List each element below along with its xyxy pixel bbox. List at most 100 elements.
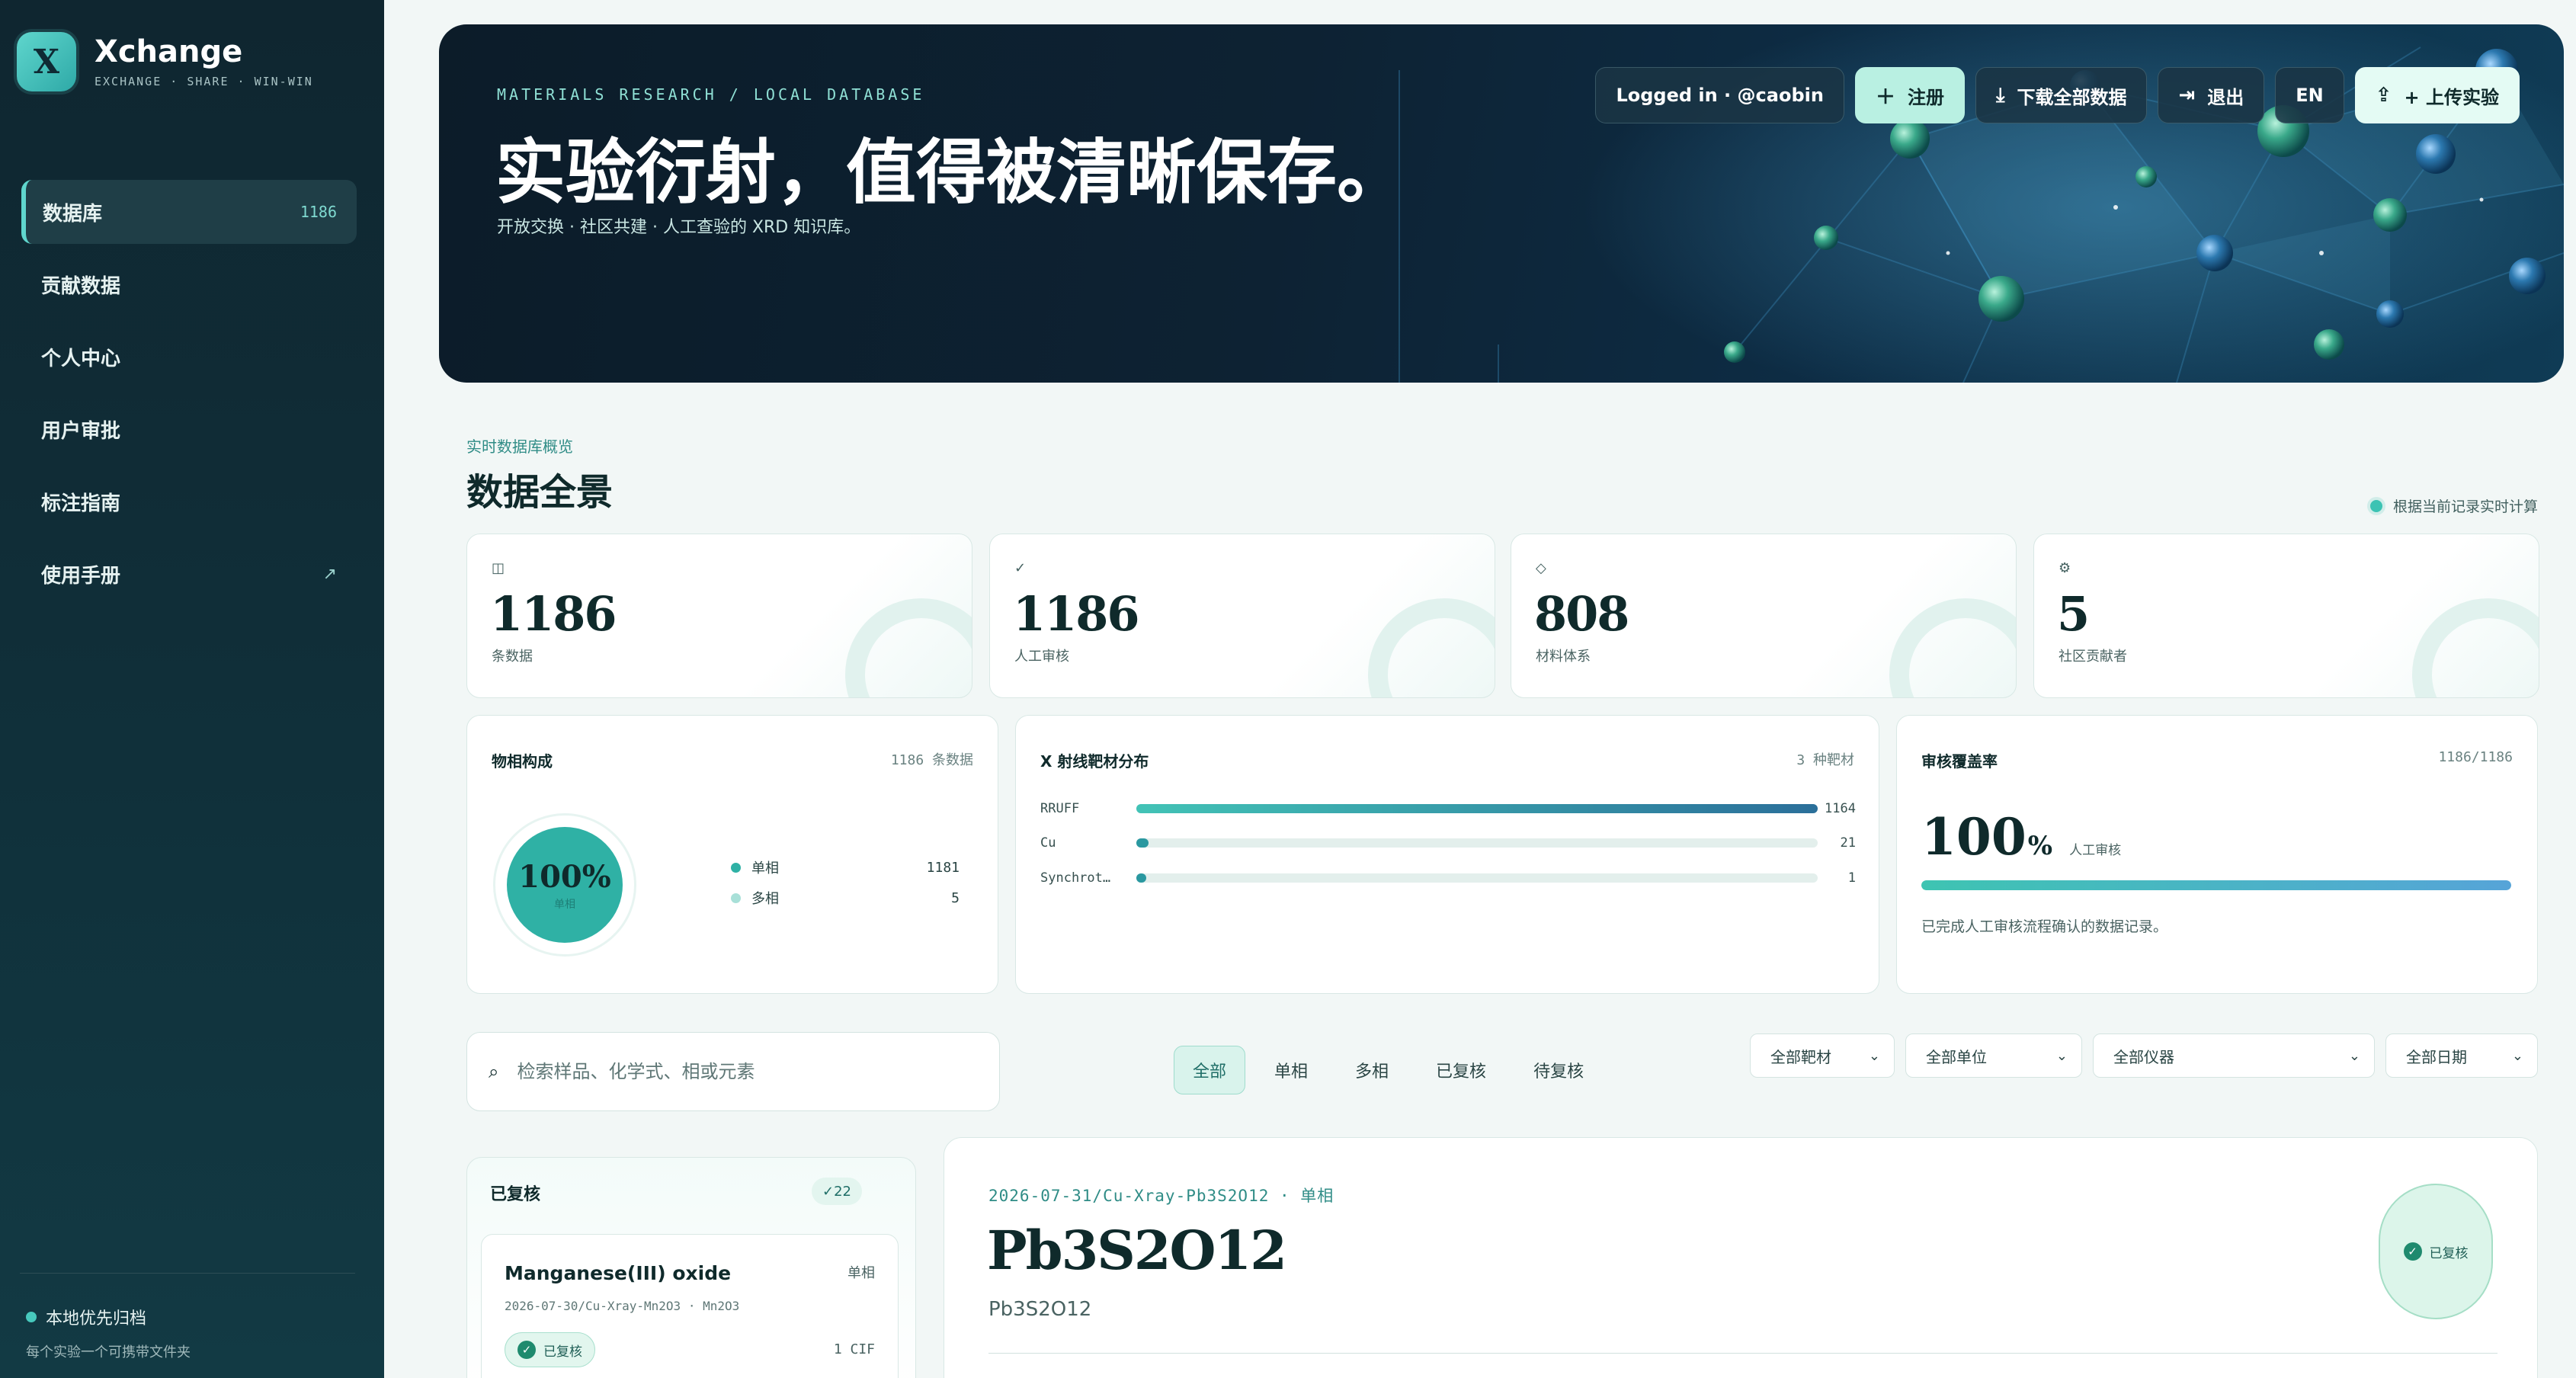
language-toggle[interactable]: EN	[2275, 67, 2344, 123]
card-meta: 1186/1186	[2438, 749, 2513, 765]
chevron-down-icon: ⌄	[2511, 1047, 2523, 1064]
select-value: 全部单位	[1926, 1047, 1987, 1066]
sidebar-item-contribute[interactable]: 贡献数据	[21, 252, 357, 316]
item-name: Manganese(III) oxide	[505, 1262, 732, 1284]
stat-card-contributors: ⚙ 5 社区贡献者	[2033, 534, 2539, 698]
stat-card-material-systems: ◇ 808 材料体系	[1511, 534, 2017, 698]
upload-label: + 上传实验	[2404, 86, 2499, 108]
donut-value: 100%	[518, 858, 611, 895]
phase-donut-chart: 100% 单相	[493, 813, 636, 957]
live-dot-icon	[2369, 499, 2382, 512]
sidebar-item-label: 数据库	[43, 202, 103, 226]
legend-value: 5	[951, 889, 960, 906]
sidebar-item-annotation-guide[interactable]: 标注指南	[21, 469, 357, 534]
logged-in-label: Logged in · @caobin	[1616, 85, 1824, 106]
legend-item-multi-phase: 多相 5	[731, 888, 960, 908]
stat-label: 材料体系	[1536, 649, 1591, 665]
check-circle-icon: ✓	[2403, 1242, 2422, 1261]
legend-value: 1181	[926, 859, 960, 876]
sidebar-item-label: 用户审批	[41, 419, 121, 443]
sidebar-item-label: 贡献数据	[41, 274, 121, 298]
sidebar-item-database[interactable]: 数据库 1186	[21, 180, 357, 244]
chip-single-phase[interactable]: 单相	[1256, 1046, 1326, 1094]
download-label: 下载全部数据	[2017, 86, 2127, 108]
review-coverage-card: 审核覆盖率 1186/1186 100 % 人工审核 已完成人工审核流程确认的数…	[1896, 715, 2538, 994]
bar-fill	[1136, 873, 1146, 883]
filter-chips: 全部 单相 多相 已复核 待复核	[1174, 1046, 1602, 1094]
stat-value: 808	[1534, 586, 1629, 642]
select-instrument[interactable]: 全部仪器 ⌄	[2093, 1034, 2375, 1078]
coverage-note: 已完成人工审核流程确认的数据记录。	[1921, 918, 2168, 935]
search-box[interactable]: ⌕	[466, 1032, 1000, 1111]
item-type: 单相	[847, 1265, 875, 1281]
logged-in-badge[interactable]: Logged in · @caobin	[1595, 67, 1844, 123]
coverage-progress-fill	[1921, 880, 2511, 890]
hero-eyebrow: MATERIALS RESEARCH / LOCAL DATABASE	[497, 85, 925, 104]
logout-button[interactable]: ⇥ 退出	[2158, 67, 2265, 123]
list-header: 已复核	[490, 1185, 541, 1204]
chip-all[interactable]: 全部	[1174, 1046, 1246, 1094]
sidebar-item-manual[interactable]: 使用手册 ↗	[21, 542, 357, 606]
download-all-button[interactable]: ⤓ 下载全部数据	[1975, 67, 2148, 123]
sidebar-item-profile[interactable]: 个人中心	[21, 325, 357, 389]
logo[interactable]: X Xchange EXCHANGE · SHARE · WIN-WIN	[17, 32, 313, 91]
status-dot-icon	[26, 1312, 37, 1322]
chip-reviewed[interactable]: 已复核	[1418, 1046, 1504, 1094]
download-icon: ⤓	[1995, 83, 2005, 107]
filter-selects: 全部靶材 ⌄ 全部单位 ⌄ 全部仪器 ⌄ 全部日期 ⌄	[1750, 1034, 2538, 1078]
donut-label: 单相	[554, 898, 575, 911]
list-item[interactable]: Manganese(III) oxide 单相 2026-07-30/Cu-Xr…	[481, 1234, 899, 1378]
stat-value: 5	[2057, 586, 2090, 642]
search-input[interactable]	[517, 1061, 975, 1082]
xray-target-distribution-card: X 射线靶材分布 3 种靶材 RRUFF 1164 Cu 21 Synchrot…	[1015, 715, 1879, 994]
stat-card-records: ◫ 1186 条数据	[466, 534, 972, 698]
register-label: 注册	[1907, 86, 1944, 108]
bar-fill	[1136, 838, 1149, 848]
sidebar-item-user-approval[interactable]: 用户审批	[21, 397, 357, 461]
diamond-icon: ◇	[1536, 560, 1546, 576]
decorative-ring	[1889, 598, 2016, 697]
list-count-badge: ✓ 22	[812, 1178, 862, 1205]
record-title: Pb3S2O12	[987, 1219, 1287, 1282]
register-button[interactable]: ＋ 注册	[1854, 67, 1965, 123]
hero-actions: Logged in · @caobin ＋ 注册 ⤓ 下载全部数据 ⇥ 退出 EN ⇪…	[1595, 67, 2520, 123]
bar-value: 1	[1847, 870, 1856, 886]
sidebar-footer: 本地优先归档 每个实验一个可携带文件夹	[26, 1305, 191, 1361]
phase-composition-card: 物相构成 1186 条数据 100% 单相 单相 1181 多相 5	[466, 715, 998, 994]
coverage-label: 人工审核	[2069, 843, 2122, 858]
select-value: 全部日期	[2406, 1047, 2467, 1066]
select-value: 全部仪器	[2113, 1047, 2174, 1066]
logout-icon: ⇥	[2178, 84, 2196, 107]
sidebar-item-label: 标注指南	[41, 492, 121, 515]
chevron-down-icon: ⌄	[2055, 1047, 2068, 1064]
live-calc-note: 根据当前记录实时计算	[2369, 495, 2538, 516]
decorative-ring	[845, 598, 972, 697]
record-detail-panel: 2026-07-31/Cu-Xray-Pb3S2O12 · 单相 Pb3S2O1…	[944, 1137, 2538, 1378]
bar-fill	[1136, 804, 1818, 813]
chip-multi-phase[interactable]: 多相	[1337, 1046, 1407, 1094]
database-count: 1186	[300, 203, 337, 221]
bar-label: Cu	[1040, 835, 1056, 851]
chevron-down-icon: ⌄	[1868, 1047, 1880, 1064]
chevron-down-icon: ⌄	[2348, 1047, 2360, 1064]
select-date[interactable]: 全部日期 ⌄	[2385, 1034, 2538, 1078]
stat-value: 1186	[490, 586, 617, 642]
language-label: EN	[2296, 85, 2324, 106]
chip-pending-review[interactable]: 待复核	[1515, 1046, 1602, 1094]
item-cif-count: 1 CIF	[833, 1341, 875, 1357]
decorative-ring	[1368, 598, 1495, 697]
review-status-badge: ✓ 已复核	[2379, 1184, 2493, 1319]
detail-divider	[988, 1353, 2498, 1354]
select-target[interactable]: 全部靶材 ⌄	[1750, 1034, 1895, 1078]
review-status-label: 已复核	[2429, 1245, 2469, 1261]
upload-button[interactable]: ⇪ + 上传实验	[2354, 67, 2520, 123]
stat-label: 条数据	[492, 649, 533, 665]
decorative-ring	[2412, 598, 2539, 697]
overview-eyebrow: 实时数据库概览	[466, 437, 573, 456]
record-path: 2026-07-31/Cu-Xray-Pb3S2O12 · 单相	[988, 1187, 1334, 1205]
app-tagline: EXCHANGE · SHARE · WIN-WIN	[95, 75, 313, 88]
stat-card-reviewed: ✓ 1186 人工审核	[989, 534, 1495, 698]
bar-label: Synchrot…	[1040, 870, 1111, 886]
bar-label: RRUFF	[1040, 801, 1080, 816]
select-unit[interactable]: 全部单位 ⌄	[1905, 1034, 2082, 1078]
